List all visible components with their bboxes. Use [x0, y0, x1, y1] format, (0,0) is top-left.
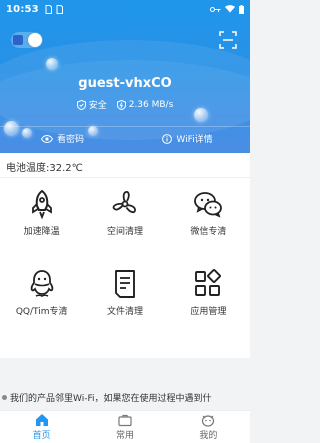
tools-card: 电池温度:32.2℃ 加速降温 空间清理 微信专清 QQ/Tim专清 文件清理 …: [0, 153, 250, 358]
status-time: 10:53: [6, 3, 39, 15]
qq-icon: [30, 270, 53, 297]
profile-icon: [202, 415, 215, 427]
wifi-ssid: guest-vhxCO: [78, 76, 172, 91]
tab-home[interactable]: 首页: [0, 411, 83, 443]
security-status: 安全: [76, 98, 107, 111]
security-label: 安全: [88, 101, 107, 111]
bottom-tab-bar: 首页 常用 我的: [0, 410, 250, 443]
battery-icon: [239, 4, 244, 14]
wifi-toggle[interactable]: [11, 32, 43, 48]
vpn-key-icon: [210, 6, 221, 12]
file-icon: [115, 270, 135, 298]
tab-label: 我的: [199, 431, 218, 441]
tool-label: 文件清理: [106, 307, 143, 317]
tool-label: QQ/Tim专清: [15, 307, 68, 317]
view-password-label: 看密码: [56, 135, 84, 145]
toggle-track-mark: [13, 35, 23, 45]
hero-divider: [0, 126, 250, 127]
home-icon: [35, 414, 48, 426]
briefcase-icon: [118, 414, 132, 427]
shield-icon: [76, 99, 86, 110]
tool-label: 应用管理: [190, 307, 227, 317]
tab-label: 常用: [115, 431, 134, 441]
status-left-icons: [45, 4, 63, 14]
tab-common[interactable]: 常用: [83, 411, 166, 443]
toggle-knob: [28, 33, 42, 47]
sd-card-icon: [56, 4, 63, 14]
tool-qq-clean[interactable]: QQ/Tim专清: [0, 269, 83, 317]
wifi-details-label: WiFi详情: [176, 135, 213, 145]
tool-label: 空间清理: [106, 227, 143, 237]
info-icon: [162, 133, 173, 144]
wifi-hero-panel: guest-vhxCO 安全 2.36 MB/s 看密码 WiFi详情: [0, 0, 250, 153]
notice-dot: [2, 394, 7, 400]
sd-card-icon: [45, 4, 52, 14]
tool-label: 加速降温: [23, 227, 60, 237]
hero-actions: 看密码 WiFi详情: [0, 132, 250, 145]
eye-icon: [40, 134, 53, 143]
wifi-meta: 安全 2.36 MB/s: [0, 98, 250, 111]
fan-icon: [112, 190, 136, 214]
card-divider: [0, 177, 250, 178]
status-bar: 10:53: [0, 0, 250, 18]
app-root: guest-vhxCO 安全 2.36 MB/s 看密码 WiFi详情 10:5…: [0, 0, 250, 443]
tool-label: 微信专清: [190, 227, 227, 237]
notice-marquee[interactable]: 我们的产品邻里Wi-Fi，如果您在使用过程中遇到什: [0, 390, 250, 404]
scan-icon[interactable]: [219, 31, 237, 49]
wechat-icon: [194, 192, 223, 218]
rocket-icon: [31, 189, 52, 219]
bubble-decoration: [46, 58, 58, 70]
status-right-icons: [210, 4, 244, 14]
apps-icon: [195, 269, 222, 296]
tab-profile[interactable]: 我的: [167, 411, 250, 443]
tool-space-clean[interactable]: 空间清理: [83, 189, 166, 237]
wifi-details-button[interactable]: WiFi详情: [125, 132, 250, 145]
notice-text: 我们的产品邻里Wi-Fi，如果您在使用过程中遇到什: [10, 393, 212, 404]
battery-temperature: 电池温度:32.2℃: [6, 163, 83, 174]
tool-wechat-clean[interactable]: 微信专清: [167, 189, 250, 237]
view-password-button[interactable]: 看密码: [0, 132, 125, 145]
speed-status: 2.36 MB/s: [116, 99, 174, 110]
wifi-signal-icon: [225, 5, 235, 13]
tool-cooldown[interactable]: 加速降温: [0, 189, 83, 237]
tool-app-manage[interactable]: 应用管理: [167, 269, 250, 317]
tools-grid: 加速降温 空间清理 微信专清 QQ/Tim专清 文件清理 应用管理: [0, 189, 250, 317]
tool-file-clean[interactable]: 文件清理: [83, 269, 166, 317]
speed-icon: [116, 99, 126, 110]
tab-label: 首页: [32, 431, 51, 441]
speed-label: 2.36 MB/s: [128, 99, 174, 110]
